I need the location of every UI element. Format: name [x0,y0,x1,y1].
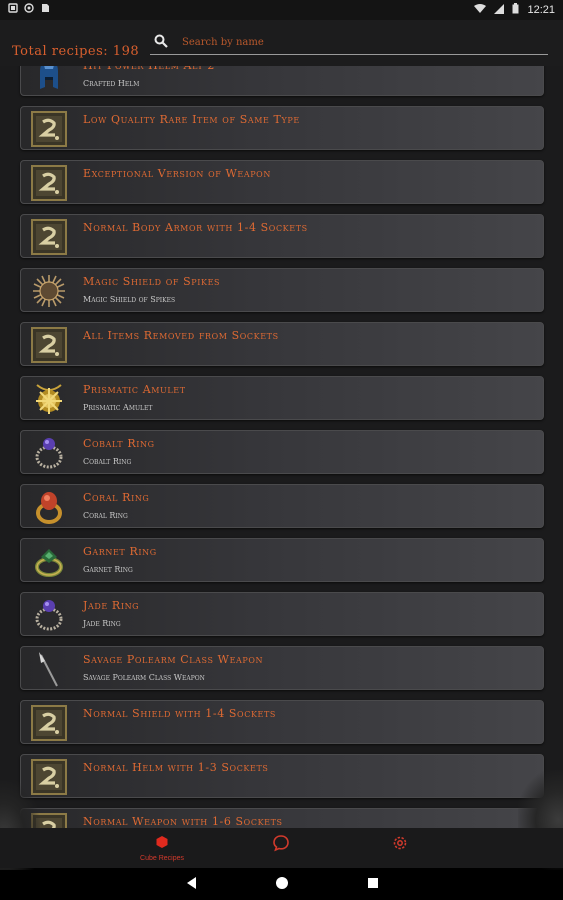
currency-scroll-icon [31,705,67,741]
sync-icon [24,3,34,13]
recipe-name: Jade Ring [83,599,140,612]
recipe-name: Cobalt Ring [83,437,155,450]
notification-icons [8,3,50,13]
recipe-name: Low Quality Rare Item of Same Type [83,113,300,126]
nav-label-cube-recipes: Cube Recipes [140,855,184,862]
amulet-icon [31,381,67,417]
recipe-name: Prismatic Amulet [83,383,186,396]
sd-card-icon [40,3,50,13]
recipe-card[interactable]: Normal Shield with 1-4 Sockets [20,700,544,744]
recipe-name: Normal Body Armor with 1-4 Sockets [83,221,308,234]
search-bar[interactable] [150,28,548,55]
recipe-card[interactable]: Normal Body Armor with 1-4 Sockets [20,214,544,258]
ring-purple-icon [31,597,67,633]
nav-cube-recipes[interactable]: Cube Recipes [132,834,192,862]
recipe-card[interactable]: Jade Ring Jade Ring [20,592,544,636]
recipe-list[interactable]: Hit Power Helm Alt 2 Crafted Helm Low Qual… [0,60,563,828]
recipe-subtitle: Cobalt Ring [83,457,132,466]
gear-icon [393,836,407,850]
status-bar: 12:21 [0,0,563,20]
chat-bubble-icon [273,835,289,852]
recipe-card[interactable]: Normal Weapon with 1-6 Sockets [20,808,544,828]
recipe-name: All Items Removed from Sockets [83,329,279,342]
recipe-card[interactable]: Prismatic Amulet Prismatic Amulet [20,376,544,420]
ring-coral-icon [31,489,67,525]
currency-scroll-icon [31,327,67,363]
search-icon [154,34,168,48]
recipe-card[interactable]: Garnet Ring Garnet Ring [20,538,544,582]
spiked-shield-icon [31,273,67,309]
total-recipes-label: Total recipes: 198 [12,44,140,59]
notification-icon [8,3,18,13]
recipe-subtitle: Prismatic Amulet [83,403,153,412]
recipe-subtitle: Crafted Helm [83,79,140,88]
nav-settings[interactable] [370,834,430,856]
recipe-subtitle: Coral Ring [83,511,128,520]
polearm-icon [31,651,67,687]
recipe-subtitle: Jade Ring [83,619,121,628]
recipe-name: Garnet Ring [83,545,157,558]
recipe-card[interactable]: Magic Shield of Spikes Magic Shield of Sp… [20,268,544,312]
recipe-subtitle: Savage Polearm Class Weapon [83,673,205,682]
ring-purple-icon [31,435,67,471]
recipe-name: Savage Polearm Class Weapon [83,653,264,666]
recipe-card[interactable]: Savage Polearm Class Weapon Savage Polear… [20,646,544,690]
recipe-card[interactable]: Exceptional Version of Weapon [20,160,544,204]
recipe-card[interactable]: All Items Removed from Sockets [20,322,544,366]
back-icon[interactable] [185,876,199,890]
ring-garnet-icon [31,543,67,579]
recipe-card[interactable]: Coral Ring Coral Ring [20,484,544,528]
home-icon[interactable] [275,876,289,890]
recents-icon[interactable] [366,876,380,890]
system-navigation-bar [0,868,563,900]
currency-scroll-icon [31,165,67,201]
recipe-name: Coral Ring [83,491,150,504]
recipe-subtitle: Garnet Ring [83,565,133,574]
currency-scroll-icon [31,111,67,147]
bottom-navigation: Cube Recipes [0,828,563,868]
nav-chat[interactable] [251,834,311,856]
header: Total recipes: 198 [0,20,563,66]
recipe-card[interactable]: Cobalt Ring Cobalt Ring [20,430,544,474]
battery-icon [512,3,519,17]
wifi-icon [474,3,487,17]
recipe-card[interactable]: Normal Helm with 1-3 Sockets [20,754,544,798]
recipe-subtitle: Magic Shield of Spikes [83,295,176,304]
recipe-name: Normal Shield with 1-4 Sockets [83,707,276,720]
signal-icon [494,3,505,17]
recipe-name: Exceptional Version of Weapon [83,167,271,180]
clock: 12:21 [527,4,555,16]
recipe-name: Normal Helm with 1-3 Sockets [83,761,269,774]
recipe-card[interactable]: Low Quality Rare Item of Same Type [20,106,544,150]
currency-scroll-icon [31,219,67,255]
hexagon-icon [156,836,168,848]
search-input[interactable] [180,31,544,53]
recipe-name: Normal Weapon with 1-6 Sockets [83,815,283,828]
recipe-name: Magic Shield of Spikes [83,275,221,288]
system-icons: 12:21 [474,3,555,17]
